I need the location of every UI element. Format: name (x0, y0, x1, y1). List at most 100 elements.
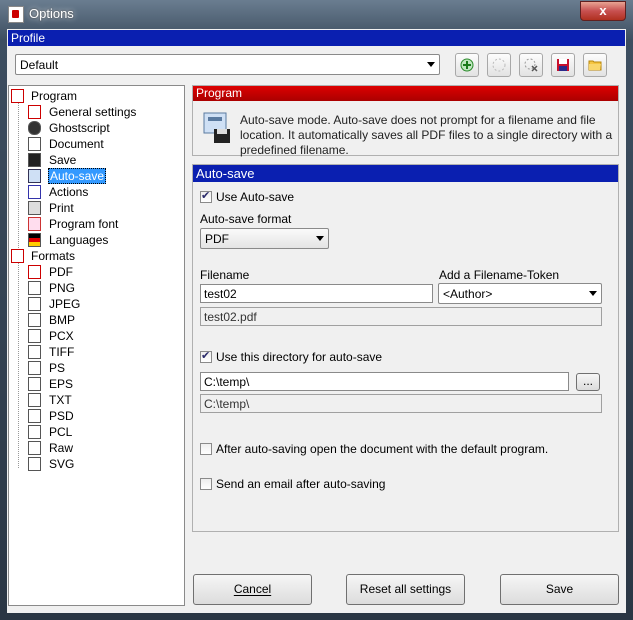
save-profile-icon (557, 59, 569, 71)
filename-input[interactable]: test02 (200, 284, 433, 303)
send-email-label: Send an email after auto-saving (216, 477, 386, 491)
reset-settings-button-label: Reset all settings (359, 582, 452, 596)
auto-save-section-header: Auto-save (193, 165, 618, 182)
filename-token-value: <Author> (443, 287, 493, 301)
general-settings-icon (28, 105, 41, 119)
tree-item-label: PCL (49, 425, 73, 439)
txt-file-icon (28, 393, 41, 407)
profile-header: Profile (8, 30, 625, 46)
auto-save-format-label: Auto-save format (200, 212, 292, 226)
bmp-file-icon (28, 313, 41, 327)
pdf-file-icon (28, 265, 41, 279)
close-button[interactable]: x (580, 1, 626, 21)
use-directory-label: Use this directory for auto-save (216, 350, 383, 364)
delete-profile-icon (524, 58, 538, 72)
chevron-down-icon (316, 236, 324, 241)
use-auto-save-checkbox[interactable] (200, 189, 212, 203)
tree-item-label: PSD (49, 409, 74, 423)
floppy-disk-icon (28, 153, 41, 167)
formats-icon (11, 249, 24, 263)
tree-item-label: Raw (49, 441, 74, 455)
send-email-checkbox[interactable] (200, 478, 212, 490)
tree-item-label: Ghostscript (49, 121, 110, 135)
save-button-label: Save (545, 582, 574, 596)
tree-item-label: Languages (49, 233, 109, 247)
program-description: Auto-save mode. Auto-save does not promp… (240, 113, 613, 157)
tree-node-label: Program (31, 89, 78, 103)
raw-file-icon (28, 441, 41, 455)
tree-item-label: BMP (49, 313, 76, 327)
tree-item-label: Save (49, 153, 77, 167)
tree-item-label: PDF (49, 265, 73, 279)
cancel-button-label: Cancel (233, 582, 272, 596)
browse-directory-button[interactable]: ... (576, 373, 600, 391)
psd-file-icon (28, 409, 41, 423)
tree-item-label: PS (49, 361, 66, 375)
png-file-icon (28, 281, 41, 295)
profile-select[interactable]: Default (15, 54, 440, 75)
reset-settings-button[interactable]: Reset all settings (346, 574, 465, 605)
flag-icon (28, 233, 41, 247)
open-folder-icon (588, 60, 602, 71)
svg-file-icon (28, 457, 41, 471)
filename-token-label: Add a Filename-Token (439, 268, 560, 282)
tree-item-label: Auto-save (48, 168, 107, 184)
tree-item-label: JPEG (49, 297, 81, 311)
tree-item-label: Print (49, 201, 74, 215)
font-icon (28, 217, 41, 231)
auto-save-format-select[interactable]: PDF (200, 228, 329, 249)
tree-connector (18, 260, 19, 468)
app-icon (8, 6, 24, 23)
add-profile-button[interactable] (455, 53, 479, 77)
tree-item-label: Document (49, 137, 104, 151)
tree-item-label: Actions (49, 185, 89, 199)
use-directory-checkbox[interactable] (200, 349, 212, 363)
cancel-button[interactable]: Cancel (193, 574, 312, 605)
save-profile-button[interactable] (551, 53, 575, 77)
rename-profile-button[interactable] (487, 53, 511, 77)
directory-preview: C:\temp\ (200, 394, 602, 413)
add-profile-icon (460, 58, 474, 72)
filename-preview: test02.pdf (200, 307, 602, 326)
document-icon (28, 137, 41, 151)
filename-token-select[interactable]: <Author> (438, 283, 602, 304)
pcx-file-icon (28, 329, 41, 343)
profile-select-value: Default (20, 58, 59, 72)
tree-item-label: TIFF (49, 345, 75, 359)
save-button[interactable]: Save (500, 574, 619, 605)
printer-icon (28, 201, 41, 215)
use-auto-save-label: Use Auto-save (216, 190, 295, 204)
jpeg-file-icon (28, 297, 41, 311)
ps-file-icon (28, 361, 41, 375)
open-after-save-label: After auto-saving open the document with… (216, 442, 549, 456)
actions-icon (28, 185, 41, 199)
open-profile-button[interactable] (583, 53, 607, 77)
options-window: Options x Profile Default Program Genera… (0, 0, 633, 620)
open-after-save-checkbox[interactable] (200, 443, 212, 455)
filename-label: Filename (200, 268, 250, 282)
pcl-file-icon (28, 425, 41, 439)
tree-item-label: SVG (49, 457, 75, 471)
rename-profile-icon (492, 58, 506, 72)
auto-save-icon (28, 169, 41, 183)
tree-item-label: General settings (49, 105, 137, 119)
tree-node-label: Formats (31, 249, 76, 263)
title-bar[interactable]: Options x (0, 0, 633, 28)
tree-item-label: TXT (49, 393, 72, 407)
auto-save-large-icon (203, 112, 230, 143)
tree-item-label: PNG (49, 281, 76, 295)
client-area: Profile Default Program General settings… (7, 29, 626, 613)
auto-save-format-value: PDF (205, 232, 229, 246)
window-title: Options (29, 6, 74, 21)
eps-file-icon (28, 377, 41, 391)
chevron-down-icon (589, 291, 597, 296)
directory-input[interactable]: C:\temp\ (200, 372, 569, 391)
tiff-file-icon (28, 345, 41, 359)
ghostscript-icon (28, 121, 41, 135)
tree-item-label: PCX (49, 329, 74, 343)
tree-connector (18, 100, 19, 252)
tree-item-label: EPS (49, 377, 74, 391)
settings-tree[interactable]: Program General settings Ghostscript Doc… (8, 85, 185, 606)
tree-item-label: Program font (49, 217, 119, 231)
delete-profile-button[interactable] (519, 53, 543, 77)
